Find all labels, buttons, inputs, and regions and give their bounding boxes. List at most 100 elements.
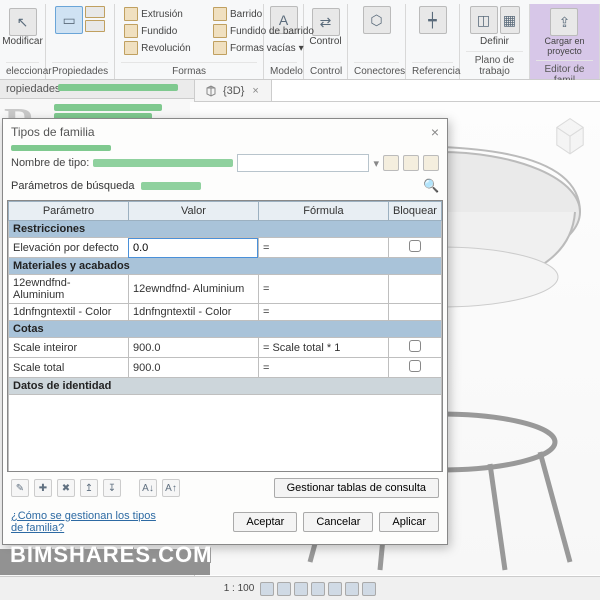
table-row[interactable]: Scale inteiror 900.0 = Scale total * 1 bbox=[9, 338, 442, 358]
header-parameter[interactable]: Parámetro bbox=[9, 202, 129, 221]
define-icon[interactable]: ◫ bbox=[470, 6, 498, 34]
close-icon[interactable]: × bbox=[431, 124, 439, 140]
cursor-icon: ↖ bbox=[9, 8, 37, 36]
visual-style-icon[interactable] bbox=[277, 582, 291, 596]
view-tabs: {3D} × bbox=[195, 80, 600, 102]
load-icon: ⇪ bbox=[550, 8, 578, 36]
param-formula[interactable]: = Scale total * 1 bbox=[258, 338, 388, 358]
reference-panel-label: Referencia bbox=[412, 62, 453, 77]
close-icon[interactable]: × bbox=[250, 85, 260, 97]
move-down-icon[interactable]: ↧ bbox=[103, 479, 121, 497]
highlight-marker bbox=[141, 182, 201, 190]
dialog-title: Tipos de familia bbox=[11, 125, 95, 139]
table-row[interactable]: Elevación por defecto = bbox=[9, 238, 442, 258]
help-link[interactable]: ¿Cómo se gestionan los tipos de familia? bbox=[11, 510, 171, 534]
ok-button[interactable]: Aceptar bbox=[233, 512, 297, 532]
lock-checkbox[interactable] bbox=[409, 340, 421, 352]
param-name[interactable]: 1dnfngntextil - Color bbox=[9, 304, 129, 321]
section-cotas[interactable]: Cotas bbox=[9, 321, 442, 338]
highlight-marker bbox=[11, 145, 111, 151]
empty-space bbox=[9, 395, 442, 473]
new-type-icon[interactable] bbox=[383, 155, 399, 171]
new-param-icon[interactable]: ✚ bbox=[34, 479, 52, 497]
connector-icon[interactable]: ⬡ bbox=[363, 6, 391, 34]
param-name[interactable]: Scale total bbox=[9, 358, 129, 378]
param-formula[interactable]: = bbox=[258, 238, 388, 258]
param-name[interactable]: Elevación por defecto bbox=[9, 238, 129, 258]
cube-icon bbox=[205, 85, 217, 97]
sweptblend-button[interactable]: Fundido de barrido bbox=[210, 23, 317, 39]
crop-region-icon[interactable] bbox=[345, 582, 359, 596]
workplane-panel-label: Plano de trabajo bbox=[466, 51, 523, 77]
param-value[interactable]: 900.0 bbox=[128, 338, 258, 358]
highlight-marker bbox=[54, 104, 162, 111]
table-header-row: Parámetro Valor Fórmula Bloquear bbox=[9, 202, 442, 221]
param-name[interactable]: Scale inteiror bbox=[9, 338, 129, 358]
highlight-marker bbox=[58, 84, 178, 91]
lock-checkbox[interactable] bbox=[409, 360, 421, 372]
voidforms-button[interactable]: Formas vacías ▾ bbox=[210, 40, 317, 56]
sweep-button[interactable]: Barrido bbox=[210, 6, 317, 22]
show-icon[interactable]: ▦ bbox=[500, 6, 520, 34]
param-name[interactable]: 12ewndfnd- Aluminium bbox=[9, 275, 129, 304]
connectors-panel-label: Conectores bbox=[354, 62, 399, 77]
header-formula[interactable]: Fórmula bbox=[258, 202, 388, 221]
lock-checkbox[interactable] bbox=[409, 240, 421, 252]
header-value[interactable]: Valor bbox=[128, 202, 258, 221]
edit-icon[interactable]: ✎ bbox=[11, 479, 29, 497]
table-row[interactable]: 1dnfngntextil - Color 1dnfngntextil - Co… bbox=[9, 304, 442, 321]
tab-3d[interactable]: {3D} × bbox=[195, 80, 272, 101]
parameter-table: Parámetro Valor Fórmula Bloquear Restric… bbox=[7, 200, 443, 472]
status-bar: 1 : 100 bbox=[0, 576, 600, 600]
param-value-input[interactable] bbox=[133, 242, 254, 254]
header-lock[interactable]: Bloquear bbox=[388, 202, 441, 221]
properties-panel-label: Propiedades bbox=[52, 62, 108, 77]
highlight-marker bbox=[93, 159, 233, 167]
section-materiales[interactable]: Materiales y acabados bbox=[9, 258, 442, 275]
type-name-label: Nombre de tipo: bbox=[11, 157, 89, 169]
param-formula[interactable]: = bbox=[258, 275, 388, 304]
param-value[interactable]: 900.0 bbox=[128, 358, 258, 378]
delete-type-icon[interactable] bbox=[423, 155, 439, 171]
param-formula[interactable]: = bbox=[258, 304, 388, 321]
crop-icon[interactable] bbox=[328, 582, 342, 596]
modify-button[interactable]: ↖ Modificar bbox=[0, 6, 46, 49]
properties-icon[interactable]: ▭ bbox=[55, 6, 83, 34]
sun-icon[interactable] bbox=[294, 582, 308, 596]
detail-icon[interactable] bbox=[260, 582, 274, 596]
shadow-icon[interactable] bbox=[311, 582, 325, 596]
param-value[interactable]: 1dnfngntextil - Color bbox=[128, 304, 258, 321]
blend-icon bbox=[124, 24, 138, 38]
table-row[interactable]: Scale total 900.0 = bbox=[9, 358, 442, 378]
sweptblend-icon bbox=[213, 24, 227, 38]
delete-param-icon[interactable]: ✖ bbox=[57, 479, 75, 497]
family-types-dialog: Tipos de familia × Nombre de tipo: ▾ Par… bbox=[2, 118, 448, 545]
family-icon[interactable] bbox=[85, 20, 105, 32]
section-identidad[interactable]: Datos de identidad bbox=[9, 378, 442, 395]
load-button[interactable]: ⇪ Cargar en proyecto bbox=[541, 6, 587, 58]
define-label: Definir bbox=[480, 36, 509, 47]
param-value[interactable]: 12ewndfnd- Aluminium bbox=[128, 275, 258, 304]
reference-icon[interactable]: ┿ bbox=[419, 6, 447, 34]
sort-desc-icon[interactable]: A↑ bbox=[162, 479, 180, 497]
select-panel-label: eleccionar bbox=[6, 62, 39, 77]
apply-button[interactable]: Aplicar bbox=[379, 512, 439, 532]
rename-type-icon[interactable] bbox=[403, 155, 419, 171]
param-formula[interactable]: = bbox=[258, 358, 388, 378]
control-panel-label: Control bbox=[310, 62, 341, 77]
table-row[interactable]: 12ewndfnd- Aluminium 12ewndfnd- Aluminiu… bbox=[9, 275, 442, 304]
search-icon[interactable]: 🔍 bbox=[423, 178, 439, 194]
view-scale[interactable]: 1 : 100 bbox=[224, 583, 255, 594]
forms-panel-label: Formas bbox=[121, 62, 257, 77]
reveal-icon[interactable] bbox=[362, 582, 376, 596]
type-icon[interactable] bbox=[85, 6, 105, 18]
watermark-text: BIMSHARES.COM bbox=[10, 542, 212, 568]
void-icon bbox=[213, 41, 227, 55]
section-restricciones[interactable]: Restricciones bbox=[9, 221, 442, 238]
sort-asc-icon[interactable]: A↓ bbox=[139, 479, 157, 497]
lookup-tables-button[interactable]: Gestionar tablas de consulta bbox=[274, 478, 439, 498]
type-name-input[interactable] bbox=[237, 154, 369, 172]
cancel-button[interactable]: Cancelar bbox=[303, 512, 373, 532]
model-panel-label: Modelo bbox=[270, 62, 297, 77]
move-up-icon[interactable]: ↥ bbox=[80, 479, 98, 497]
